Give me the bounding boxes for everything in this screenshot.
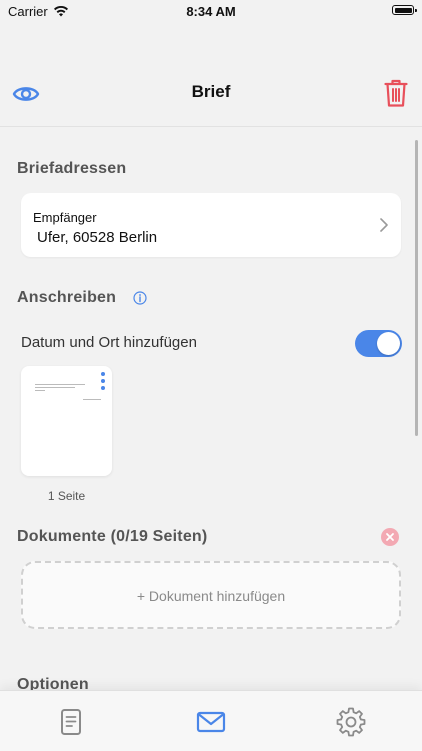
page-title: Brief: [191, 82, 231, 101]
status-bar: Carrier 8:34 AM: [0, 0, 422, 24]
section-title-cover-letter: Anschreiben: [17, 289, 117, 306]
document-icon[interactable]: [56, 707, 86, 737]
recipient-address-card[interactable]: Empfänger Ufer, 60528 Berlin: [21, 193, 401, 257]
status-time: 8:34 AM: [186, 4, 236, 19]
trash-icon[interactable]: [384, 78, 408, 108]
battery-icon: [392, 5, 417, 15]
page-count: 1 Seite: [47, 489, 86, 503]
add-date-place-label: Datum und Ort hinzufügen: [21, 334, 197, 351]
remove-documents-button[interactable]: [381, 528, 399, 546]
tab-bar: [0, 690, 422, 751]
nav-divider: [0, 126, 422, 127]
section-title-addresses: Briefadressen: [17, 160, 127, 177]
close-icon: [386, 533, 394, 541]
add-date-place-toggle[interactable]: [355, 330, 402, 357]
scrollbar[interactable]: [415, 140, 418, 436]
add-document-button[interactable]: + Dokument hinzufügen: [21, 561, 401, 629]
envelope-icon[interactable]: [196, 707, 226, 737]
navigation-bar: Brief: [0, 72, 422, 120]
more-options-icon[interactable]: [100, 372, 106, 390]
gear-icon[interactable]: [336, 707, 366, 737]
section-title-documents: Dokumente (0/19 Seiten): [17, 528, 208, 545]
chevron-right-icon: [380, 218, 388, 232]
cover-letter-page-thumbnail[interactable]: [21, 366, 112, 476]
recipient-label: Empfänger: [33, 210, 97, 225]
info-icon[interactable]: [133, 291, 147, 305]
add-document-label: + Dokument hinzufügen: [136, 588, 286, 604]
recipient-address: Ufer, 60528 Berlin: [37, 229, 158, 246]
